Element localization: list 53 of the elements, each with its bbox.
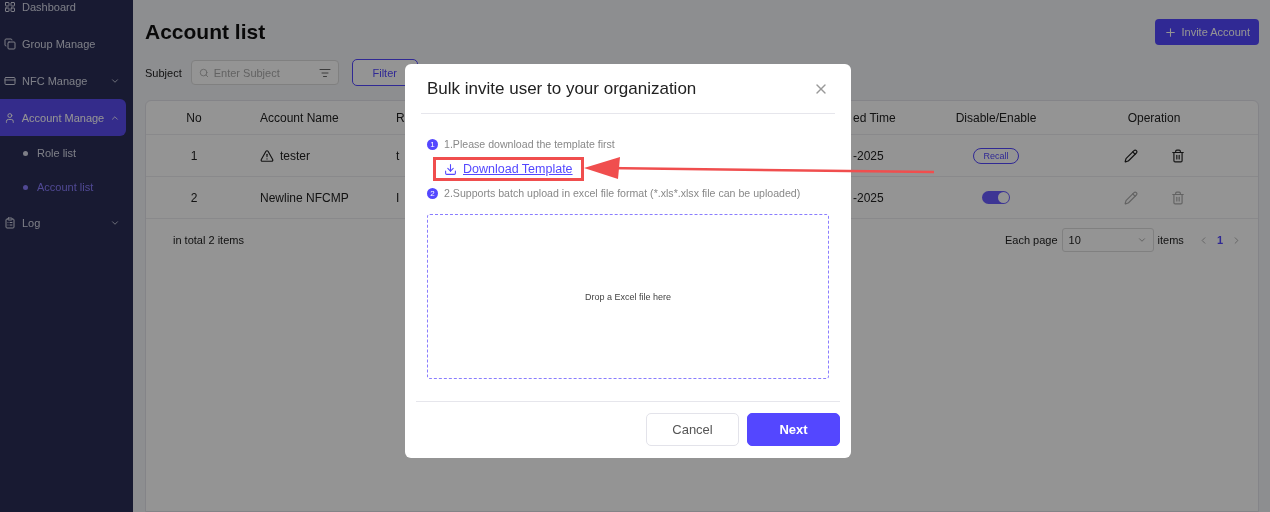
table-cell: -2025	[853, 148, 884, 163]
step-badge: 2	[427, 187, 438, 199]
page-title: Account list	[145, 20, 266, 44]
table-cell: -2025	[853, 190, 884, 205]
step-text: 1.Please download the template first	[444, 138, 615, 150]
table-cell: t	[396, 148, 400, 163]
plus-icon	[1163, 25, 1177, 39]
user-icon	[4, 111, 16, 124]
cancel-button[interactable]: Cancel	[646, 413, 739, 446]
filter-icon	[318, 66, 331, 79]
items-label: items	[1157, 234, 1184, 246]
download-icon	[444, 162, 457, 176]
invite-account-button[interactable]: Invite Account	[1154, 19, 1259, 45]
total-count: in total 2 items	[173, 234, 245, 246]
column-header: R	[396, 110, 405, 125]
search-icon	[198, 67, 209, 78]
modal-title: Bulk invite user to your organization	[427, 78, 697, 99]
next-button[interactable]: Next	[747, 413, 840, 446]
sidebar-subitem[interactable]: Role list	[0, 136, 133, 170]
column-header: No	[186, 110, 202, 125]
table-cell: 2	[190, 190, 198, 205]
grid-icon	[4, 0, 16, 13]
sidebar-item[interactable]: NFC Manage	[0, 62, 126, 99]
page-size-label: Each page	[1005, 234, 1058, 246]
sidebar-item[interactable]: Log	[0, 204, 126, 241]
recall-button[interactable]: Recall	[973, 147, 1019, 164]
column-header: Operation	[1127, 110, 1181, 125]
stacked-squares-icon	[4, 37, 16, 50]
sidebar-item[interactable]: Account Manage	[0, 99, 126, 136]
trash-icon[interactable]	[1170, 148, 1185, 163]
table-cell: 1	[190, 148, 198, 163]
dropzone-hint: Drop a Excel file here	[584, 291, 671, 302]
table-cell: I	[396, 190, 400, 205]
sidebar-item[interactable]: Group Manage	[0, 25, 126, 62]
sidebar-item[interactable]: Dashboard	[0, 0, 126, 25]
toggle-switch[interactable]	[982, 191, 1010, 204]
filter-label: Subject	[145, 66, 182, 79]
table-cell: Newline NFCMP	[260, 190, 349, 205]
column-header: ed Time	[853, 110, 896, 125]
download-template-link[interactable]: Download Template	[444, 162, 573, 176]
file-dropzone[interactable]: Drop a Excel file here	[427, 214, 829, 379]
column-header: Disable/Enable	[955, 110, 1037, 125]
column-header: Account Name	[259, 110, 339, 125]
step-text: 2.Supports batch upload in excel file format (*.xls*.xlsx file can be uploaded)	[444, 187, 801, 199]
step-badge: 1	[427, 138, 438, 150]
edit-icon[interactable]	[1123, 148, 1138, 163]
sidebar-subitem[interactable]: Account list	[0, 170, 133, 204]
table-cell: tester	[280, 148, 310, 163]
card-icon	[4, 74, 16, 87]
page-number[interactable]: 1	[1208, 234, 1231, 246]
clipboard-icon	[4, 216, 16, 229]
page-size-select[interactable]: 10	[1061, 228, 1154, 252]
chevron-down-icon	[1136, 235, 1147, 245]
